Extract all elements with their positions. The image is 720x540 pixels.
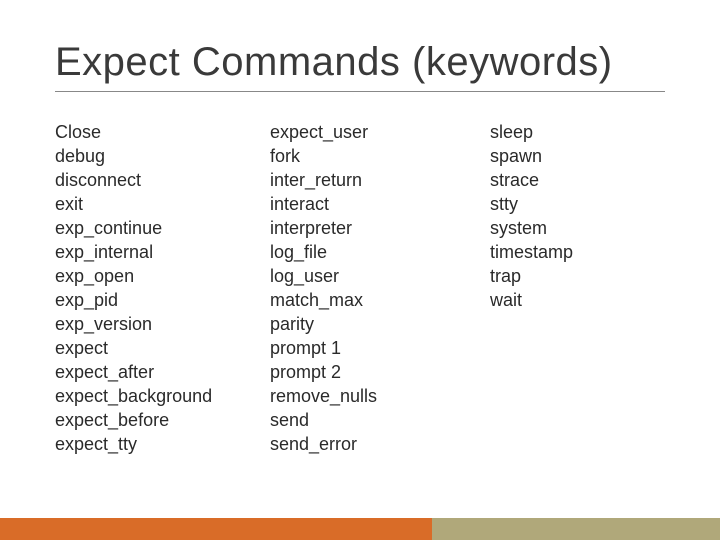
keyword-item: exp_open <box>55 264 270 288</box>
keyword-item: exp_version <box>55 312 270 336</box>
keyword-item: system <box>490 216 573 240</box>
keyword-item: exp_internal <box>55 240 270 264</box>
keyword-item: trap <box>490 264 573 288</box>
keyword-item: strace <box>490 168 573 192</box>
footer-accent-left <box>0 518 432 540</box>
keyword-column-3: sleep spawn strace stty system timestamp… <box>490 120 573 456</box>
keyword-item: parity <box>270 312 490 336</box>
keyword-item: fork <box>270 144 490 168</box>
keyword-item: inter_return <box>270 168 490 192</box>
keyword-item: send_error <box>270 432 490 456</box>
keyword-item: interpreter <box>270 216 490 240</box>
keyword-item: prompt 2 <box>270 360 490 384</box>
slide-title: Expect Commands (keywords) <box>55 40 665 92</box>
keyword-item: exp_continue <box>55 216 270 240</box>
footer-accent-right <box>432 518 720 540</box>
keyword-item: expect_before <box>55 408 270 432</box>
keyword-item: expect_after <box>55 360 270 384</box>
keyword-item: prompt 1 <box>270 336 490 360</box>
keyword-item: interact <box>270 192 490 216</box>
keyword-item: expect_tty <box>55 432 270 456</box>
keyword-item: exp_pid <box>55 288 270 312</box>
keyword-item: disconnect <box>55 168 270 192</box>
keyword-item: debug <box>55 144 270 168</box>
keyword-item: sleep <box>490 120 573 144</box>
keyword-item: exit <box>55 192 270 216</box>
keyword-item: match_max <box>270 288 490 312</box>
keyword-item: wait <box>490 288 573 312</box>
keyword-item: spawn <box>490 144 573 168</box>
keyword-item: log_user <box>270 264 490 288</box>
keyword-item: send <box>270 408 490 432</box>
keyword-item: Close <box>55 120 270 144</box>
keyword-item: expect_user <box>270 120 490 144</box>
keyword-columns: Close debug disconnect exit exp_continue… <box>55 120 665 456</box>
keyword-column-1: Close debug disconnect exit exp_continue… <box>55 120 270 456</box>
footer-bar <box>0 518 720 540</box>
slide: Expect Commands (keywords) Close debug d… <box>0 0 720 540</box>
keyword-item: timestamp <box>490 240 573 264</box>
keyword-item: log_file <box>270 240 490 264</box>
keyword-item: expect <box>55 336 270 360</box>
keyword-column-2: expect_user fork inter_return interact i… <box>270 120 490 456</box>
keyword-item: expect_background <box>55 384 270 408</box>
keyword-item: stty <box>490 192 573 216</box>
keyword-item: remove_nulls <box>270 384 490 408</box>
